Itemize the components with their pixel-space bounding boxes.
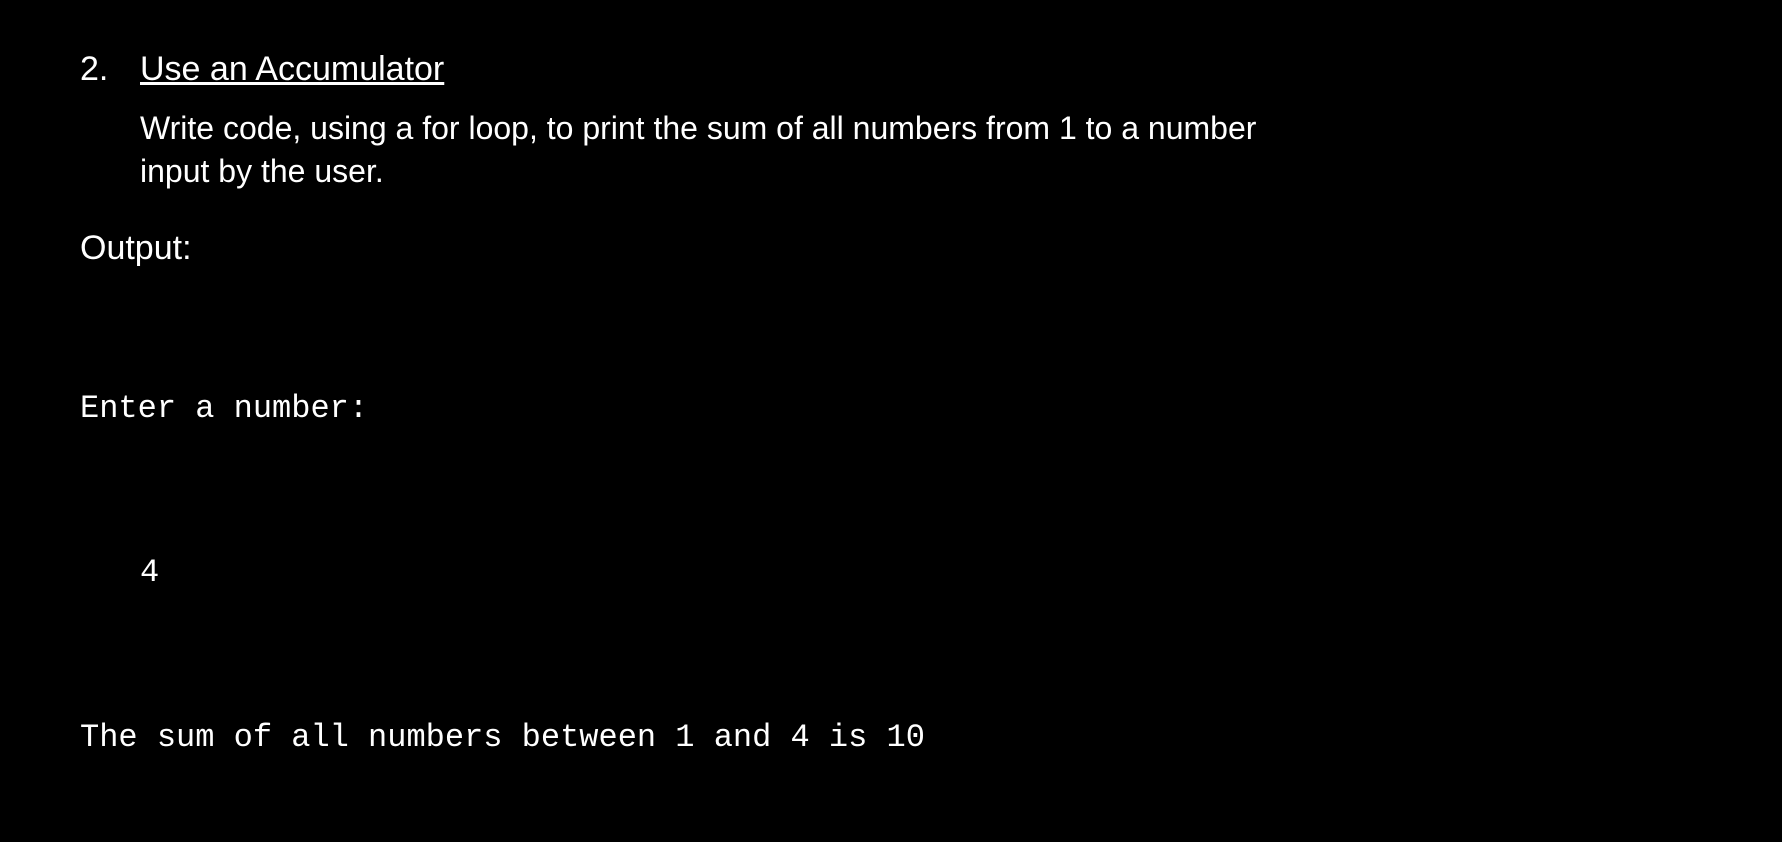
output-result-line: The sum of all numbers between 1 and 4 i…: [80, 717, 1702, 759]
output-block: Enter a number: 4 The sum of all numbers…: [80, 304, 1702, 842]
output-label: Output:: [80, 229, 1702, 268]
problem-content: Use an Accumulator Write code, using a f…: [140, 50, 1702, 842]
problem-container: 2. Use an Accumulator Write code, using …: [80, 50, 1702, 842]
output-prompt-line: Enter a number:: [80, 388, 1702, 430]
problem-title: Use an Accumulator: [140, 50, 1702, 89]
output-input-line: 4: [80, 552, 1702, 594]
problem-description: Write code, using a for loop, to print t…: [140, 107, 1260, 193]
